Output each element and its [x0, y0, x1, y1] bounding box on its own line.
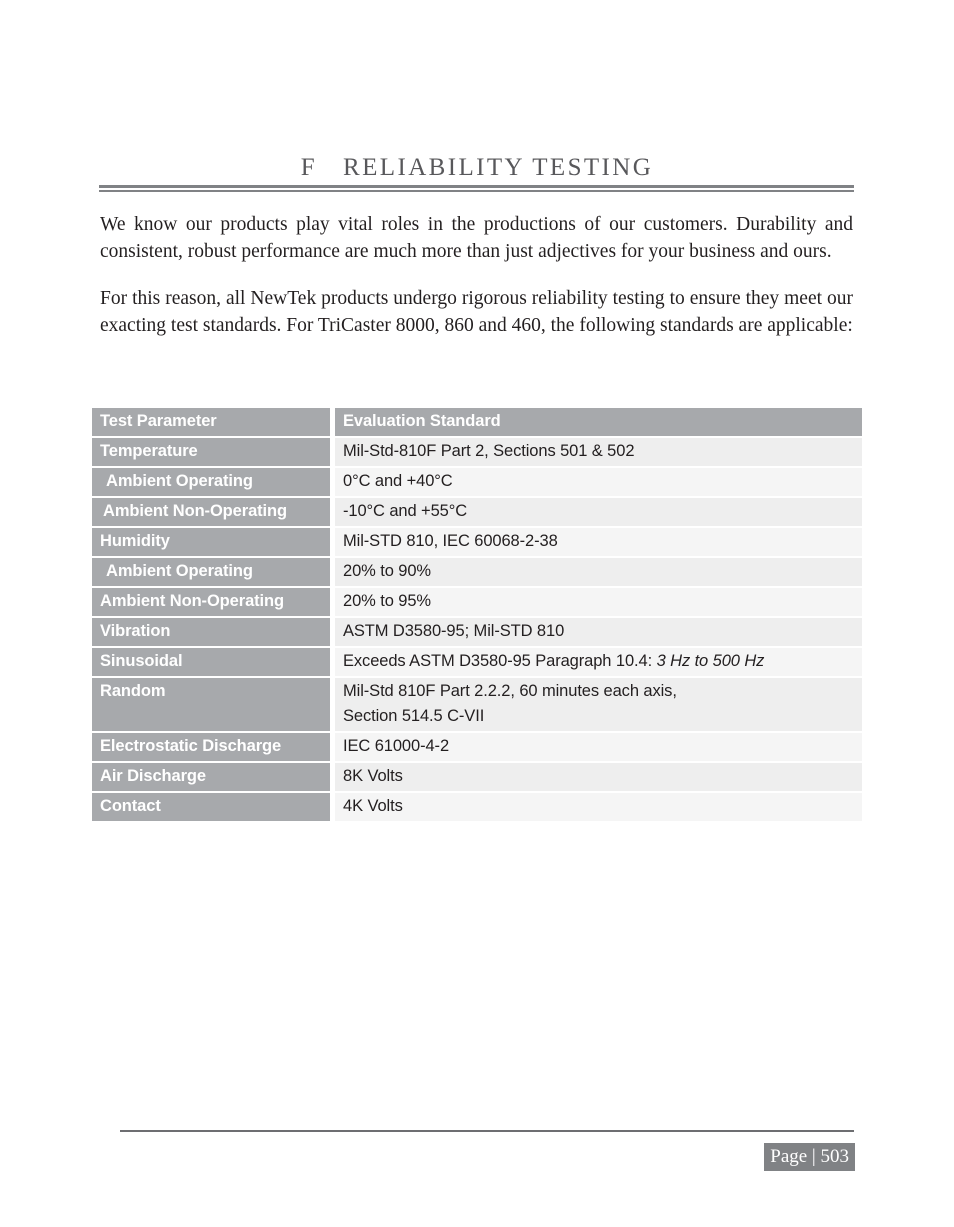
footer-divider — [120, 1130, 854, 1132]
table-cell-standard: Exceeds ASTM D3580-95 Paragraph 10.4: 3 … — [335, 648, 862, 676]
table-cell-standard-text: 8K Volts — [343, 767, 403, 785]
table-cell-standard-text: Mil-Std-810F Part 2, Sections 501 & 502 — [343, 442, 635, 460]
table-cell-standard: Mil-Std-810F Part 2, Sections 501 & 502 — [335, 438, 862, 466]
table-cell-standard-text: 4K Volts — [343, 797, 403, 815]
table-cell-standard: ASTM D3580-95; Mil-STD 810 — [335, 618, 862, 646]
page-number-badge: Page | 503 — [764, 1143, 855, 1171]
heading-divider-thin-line — [99, 190, 854, 192]
table-cell-standard: 20% to 95% — [335, 588, 862, 616]
column-header-test-parameter: Test Parameter — [92, 408, 330, 436]
table-row: Contact 4K Volts — [92, 793, 862, 821]
table-cell-standard-text: Mil-Std 810F Part 2.2.2, 60 minutes each… — [343, 682, 677, 700]
table-cell-parameter: Contact — [92, 793, 330, 821]
table-row: Temperature Mil-Std-810F Part 2, Sections… — [92, 438, 862, 466]
table-row: Sinusoidal Exceeds ASTM D3580-95 Paragrap… — [92, 648, 862, 676]
table-cell-standard: Mil-Std 810F Part 2.2.2, 60 minutes each… — [335, 678, 862, 731]
table-cell-parameter: Ambient Non-Operating — [92, 588, 330, 616]
table-row: Ambient Non-Operating -10°C and +55°C — [92, 498, 862, 526]
table-cell-standard: -10°C and +55°C — [335, 498, 862, 526]
table-row: Humidity Mil-STD 810, IEC 60068-2-38 — [92, 528, 862, 556]
table-cell-standard: 4K Volts — [335, 793, 862, 821]
table-cell-parameter: Sinusoidal — [92, 648, 330, 676]
table-cell-parameter: Ambient Operating — [92, 468, 330, 496]
table-cell-standard-text: 0°C and +40°C — [343, 472, 453, 490]
table-cell-standard: Mil-STD 810, IEC 60068-2-38 — [335, 528, 862, 556]
table-cell-standard: IEC 61000-4-2 — [335, 733, 862, 761]
table-cell-standard-text: 20% to 95% — [343, 592, 431, 610]
table-cell-standard-text: IEC 61000-4-2 — [343, 737, 450, 755]
table-row: Electrostatic Discharge IEC 61000-4-2 — [92, 733, 862, 761]
table-cell-standard-text: Exceeds ASTM D3580-95 Paragraph 10.4: — [343, 652, 657, 670]
table-cell-parameter: Humidity — [92, 528, 330, 556]
table-cell-parameter: Ambient Non-Operating — [92, 498, 330, 526]
table-cell-parameter: Temperature — [92, 438, 330, 466]
table-row: Ambient Operating 20% to 90% — [92, 558, 862, 586]
table-cell-standard: 0°C and +40°C — [335, 468, 862, 496]
body-copy: We know our products play vital roles in… — [100, 212, 853, 339]
page-title: F RELIABILITY TESTING — [300, 154, 654, 181]
table-cell-parameter: Vibration — [92, 618, 330, 646]
standards-paragraph: For this reason, all NewTek products und… — [100, 288, 853, 336]
table-row: Air Discharge 8K Volts — [92, 763, 862, 791]
table-cell-standard-emphasis: 3 Hz to 500 Hz — [656, 652, 765, 670]
intro-paragraph: We know our products play vital roles in… — [100, 214, 853, 262]
document-page: F RELIABILITY TESTING We know our produc… — [0, 0, 954, 1227]
heading-divider — [99, 185, 854, 192]
table-cell-standard: 20% to 90% — [335, 558, 862, 586]
table-cell-parameter: Ambient Operating — [92, 558, 330, 586]
table-cell-standard-text: Mil-STD 810, IEC 60068-2-38 — [343, 532, 558, 550]
table-header-row: Test Parameter Evaluation Standard — [92, 408, 862, 436]
table-cell-standard-line-2: Section 514.5 C-VII — [343, 707, 485, 725]
table-cell-standard-text: -10°C and +55°C — [343, 502, 468, 520]
table-cell-parameter: Air Discharge — [92, 763, 330, 791]
table-row: Ambient Operating 0°C and +40°C — [92, 468, 862, 496]
table-cell-parameter: Random — [92, 678, 330, 731]
table-cell-standard-text: ASTM D3580-95; Mil-STD 810 — [343, 622, 565, 640]
table-row: Random Mil-Std 810F Part 2.2.2, 60 minute… — [92, 678, 862, 731]
column-header-evaluation-standard: Evaluation Standard — [335, 408, 862, 436]
table-cell-standard-text: 20% to 90% — [343, 562, 431, 580]
table-row: Vibration ASTM D3580-95; Mil-STD 810 — [92, 618, 862, 646]
table-row: Ambient Non-Operating 20% to 95% — [92, 588, 862, 616]
table-cell-standard: 8K Volts — [335, 763, 862, 791]
reliability-specs-table: Test Parameter Evaluation Standard Tempe… — [92, 408, 862, 821]
table-cell-parameter: Electrostatic Discharge — [92, 733, 330, 761]
